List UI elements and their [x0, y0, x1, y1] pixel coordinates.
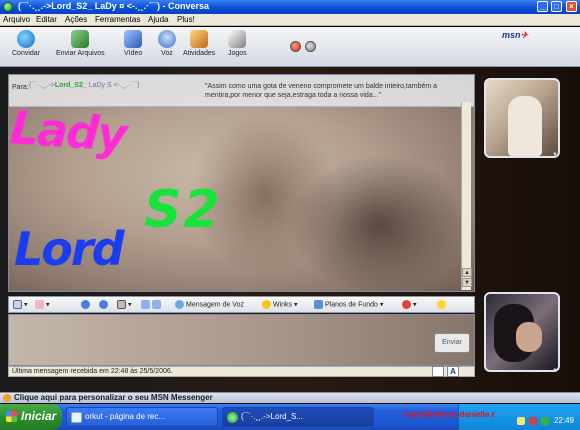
wink-icon — [262, 300, 271, 309]
winks-label: Winks — [273, 301, 293, 309]
my-picture-menu-icon[interactable]: ▼ — [552, 368, 560, 374]
send-files-icon — [71, 30, 90, 48]
contact-highlight: Lord_S2_ — [54, 82, 87, 89]
my-picture-face — [516, 322, 542, 352]
games-icon — [228, 30, 247, 48]
block-icon[interactable] — [290, 41, 301, 52]
backgrounds-button[interactable]: Planos de Fundo ▾ — [314, 300, 383, 309]
tray-icon-1[interactable] — [517, 417, 525, 425]
contact-display-picture[interactable] — [484, 78, 560, 158]
my-display-picture[interactable] — [484, 292, 560, 372]
redo-icon[interactable] — [99, 300, 110, 309]
tray-icon-3[interactable] — [541, 417, 549, 425]
window-title: (¯`·.¸¸.->Lord_S2_ LaDy ¤ <-.¸¸.·´¯) - C… — [18, 1, 209, 11]
taskbar-item-conversation[interactable]: (¯`·.¸¸.->Lord_S... — [222, 407, 374, 427]
start-button[interactable]: Iniciar — [0, 404, 62, 430]
video-button[interactable]: Vídeo — [124, 30, 142, 57]
watermark: CaroDiloforos.danielle.t — [404, 410, 495, 419]
microphone-icon — [175, 300, 184, 309]
contact-picture-menu-icon[interactable]: ▼ — [552, 152, 560, 158]
activities-icon — [190, 30, 209, 48]
invite-button[interactable]: Convidar — [12, 30, 40, 57]
taskbar-item-orkut-label: orkut - página de rec... — [85, 412, 166, 421]
pages-icon[interactable] — [141, 300, 163, 309]
maximize-button[interactable]: □ — [551, 1, 562, 12]
emoticon-icon[interactable] — [437, 300, 448, 309]
menu-arquivo[interactable]: Arquivo — [3, 15, 30, 24]
invite-icon — [17, 30, 35, 48]
video-icon — [124, 30, 143, 48]
to-label: Para: — [12, 84, 29, 91]
winks-button[interactable]: Winks ▾ — [262, 300, 298, 309]
windows-flag-icon — [6, 411, 17, 422]
clock: 22:49 — [553, 416, 574, 425]
start-label: Iniciar — [21, 409, 57, 423]
contact-personal-message: "Assim como uma gota de veneno compromet… — [205, 83, 438, 99]
menu-acoes[interactable]: Ações — [65, 15, 87, 24]
gift-icon[interactable]: ▾ — [402, 300, 417, 309]
contact-picture-figure — [508, 96, 542, 156]
menu-editar[interactable]: Editar — [36, 15, 57, 24]
ink-word-lady: Lady — [8, 100, 128, 162]
last-message-status: Última mensagem recebida em 22:48 às 25/… — [8, 366, 475, 377]
customize-bar[interactable]: Clique aqui para personalizar o seu MSN … — [0, 392, 580, 403]
msn-taskbar-icon — [227, 412, 238, 423]
taskbar-item-conversation-label: (¯`·.¸¸.->Lord_S... — [241, 412, 303, 421]
minimize-button[interactable]: _ — [537, 1, 548, 12]
video-label: Vídeo — [124, 50, 143, 57]
handwriting-mode-icon[interactable] — [432, 366, 444, 377]
voice-label: Voz — [161, 50, 173, 57]
send-files-button[interactable]: Enviar Arquivos — [56, 30, 105, 57]
menu-ferramentas[interactable]: Ferramentas — [95, 15, 140, 24]
ink-word-lord: Lord — [14, 222, 125, 276]
browser-icon — [71, 412, 82, 423]
text-mode-button[interactable]: A — [447, 366, 459, 377]
msn-logo: msn✈ — [502, 30, 528, 41]
voice-button[interactable]: Voz — [158, 30, 176, 57]
voice-clip-button[interactable]: Mensagem de Voz — [175, 300, 244, 309]
background-photo-shade-2 — [289, 155, 469, 291]
ink-word-s2: S2 — [144, 180, 222, 240]
msn-app-icon — [3, 2, 13, 12]
activities-button[interactable]: Atividades — [183, 30, 215, 57]
voice-clip-label: Mensagem de Voz — [186, 301, 244, 309]
voice-icon — [158, 30, 176, 48]
contact-name[interactable]: (¯`·.¸¸.->Lord_S2_ LaDy S <-.¸¸.·´¯) — [29, 82, 139, 89]
taskbar-item-orkut[interactable]: orkut - página de rec... — [66, 407, 218, 427]
undo-icon[interactable] — [81, 300, 92, 309]
pen-icon[interactable]: ▾ — [13, 300, 28, 309]
contact-suffix: LaDy S <-.¸¸.·´¯) — [86, 82, 140, 89]
contact-prefix: (¯`·.¸¸.-> — [29, 82, 55, 89]
backgrounds-label: Planos de Fundo — [325, 301, 378, 309]
customize-icon — [3, 394, 11, 402]
send-button[interactable]: Enviar — [434, 333, 470, 353]
menu-bar: Arquivo Editar Ações Ferramentas Ajuda P… — [0, 14, 580, 26]
formatting-toolbar: ▾ ▾ ▾ Mensagem de Voz Winks ▾ Planos de … — [8, 296, 475, 313]
invite-label: Convidar — [12, 50, 41, 57]
chat-scrollbar[interactable]: ▲ ▼ — [461, 102, 472, 290]
customize-label: Clique aqui para personalizar o seu MSN … — [14, 393, 213, 402]
games-button[interactable]: Jogos — [228, 30, 247, 57]
main-toolbar: Convidar Enviar Arquivos Vídeo Voz Ativi… — [0, 27, 580, 67]
activities-label: Atividades — [183, 50, 216, 57]
close-button[interactable]: × — [566, 1, 577, 12]
scroll-up-icon[interactable]: ▲ — [462, 268, 472, 277]
msn-butterfly-icon: ✈ — [520, 30, 529, 40]
msn-logo-text: msn — [502, 30, 521, 40]
tray-icon-2[interactable] — [529, 417, 537, 425]
send-files-label: Enviar Arquivos — [56, 50, 105, 57]
menu-plus[interactable]: Plus! — [177, 15, 195, 24]
title-bar[interactable]: (¯`·.¸¸.->Lord_S2_ LaDy ¤ <-.¸¸.·´¯) - C… — [0, 0, 580, 14]
options-icon[interactable] — [305, 41, 316, 52]
message-input[interactable] — [8, 314, 475, 366]
menu-ajuda[interactable]: Ajuda — [148, 15, 168, 24]
grid-icon[interactable]: ▾ — [117, 300, 132, 309]
to-line: Para: (¯`·.¸¸.->Lord_S2_ LaDy S <-.¸¸.·´… — [9, 75, 474, 107]
scroll-down-icon[interactable]: ▼ — [462, 278, 472, 287]
background-icon — [314, 300, 323, 309]
games-label: Jogos — [228, 50, 247, 57]
eraser-icon[interactable]: ▾ — [35, 300, 50, 309]
